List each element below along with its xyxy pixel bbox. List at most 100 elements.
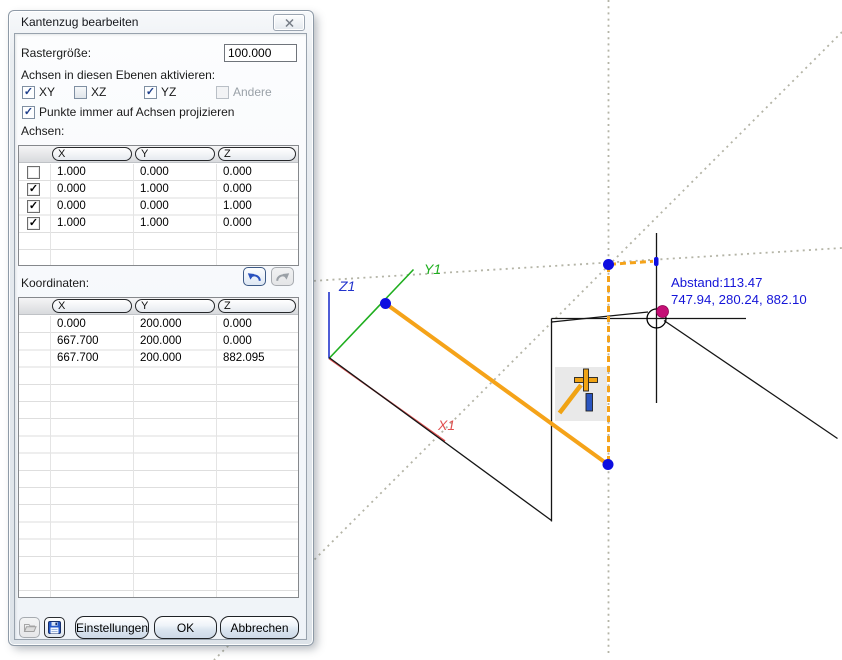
ucs-axes <box>329 270 445 442</box>
close-button[interactable] <box>273 14 305 31</box>
achsen-table: X Y Z 1.000 0.000 0.000 ✓ 0.000 1.000 0.… <box>18 145 299 266</box>
axis-cell-z[interactable]: 0.000 <box>223 181 252 198</box>
koordinaten-row: 667.700 200.000 882.095 <box>19 350 298 367</box>
checkbox-xy[interactable]: ✓ <box>22 86 35 99</box>
axis-cell-x[interactable]: 1.000 <box>57 164 86 181</box>
achsen-col-header-z[interactable]: Z <box>218 147 296 161</box>
checkbox-andere <box>216 86 229 99</box>
project-points-option: ✓ Punkte immer auf Achsen projizieren <box>22 105 234 119</box>
coord-cell-y[interactable]: 200.000 <box>140 350 182 367</box>
achsen-table-header: X Y Z <box>19 146 298 163</box>
undo-button[interactable] <box>243 267 266 286</box>
einstellungen-button[interactable]: Einstellungen <box>75 616 149 639</box>
axis-end-marker <box>654 257 659 266</box>
plane-andere: Andere <box>216 85 272 99</box>
achsen-row: ✓ 1.000 1.000 0.000 <box>19 215 298 232</box>
achsen-row: 1.000 0.000 0.000 <box>19 164 298 181</box>
load-button <box>19 617 40 638</box>
checkbox-xz-label: XZ <box>91 85 106 99</box>
checkbox-yz[interactable]: ✓ <box>144 86 157 99</box>
abbrechen-button[interactable]: Abbrechen <box>220 616 299 639</box>
koord-col-header-z[interactable]: Z <box>218 299 296 313</box>
axis-cell-y[interactable]: 1.000 <box>140 215 169 232</box>
koordinaten-table-header: X Y Z <box>19 298 298 315</box>
open-folder-icon <box>23 621 37 634</box>
achsen-col-header-y[interactable]: Y <box>135 147 215 161</box>
dialog-client: Rastergröße: Achsen in diesen Ebenen akt… <box>14 33 307 640</box>
axis-enable-checkbox[interactable]: ✓ <box>27 200 40 213</box>
raster-label: Rastergröße: <box>21 46 91 60</box>
checkbox-project-label: Punkte immer auf Achsen projizieren <box>39 105 234 119</box>
coord-cell-x[interactable]: 667.700 <box>57 333 99 350</box>
undo-icon <box>247 270 262 283</box>
tool-icon-plus-v <box>584 369 589 391</box>
distance-readout: Abstand:113.47 <box>671 275 762 290</box>
tool-cursor-icon <box>555 367 607 421</box>
achsen-col-header-x[interactable]: X <box>52 147 132 161</box>
axis-cell-z[interactable]: 0.000 <box>223 164 252 181</box>
koordinaten-label: Koordinaten: <box>21 276 89 290</box>
planes-label: Achsen in diesen Ebenen aktivieren: <box>21 68 215 82</box>
redo-icon <box>275 270 290 283</box>
segment-dashed-horizontal <box>610 261 653 264</box>
edge-sloped <box>552 312 649 322</box>
vertex-point-2 <box>603 259 614 270</box>
koord-col-header-y[interactable]: Y <box>135 299 215 313</box>
plane-xy: ✓ XY <box>22 85 55 99</box>
tool-icon-blue-bar <box>586 394 593 412</box>
dialog-title: Kantenzug bearbeiten <box>21 15 138 29</box>
koordinaten-row: 667.700 200.000 0.000 <box>19 333 298 350</box>
achsen-row: ✓ 0.000 1.000 0.000 <box>19 181 298 198</box>
coord-cell-z[interactable]: 0.000 <box>223 316 252 333</box>
axis-y1-label: Y1 <box>424 261 441 277</box>
axis-cell-z[interactable]: 0.000 <box>223 215 252 232</box>
plane-yz: ✓ YZ <box>144 85 176 99</box>
titlebar[interactable]: Kantenzug bearbeiten <box>9 11 313 33</box>
koord-col-header-x[interactable]: X <box>52 299 132 313</box>
axis-cell-y[interactable]: 0.000 <box>140 164 169 181</box>
checkbox-andere-label: Andere <box>233 85 272 99</box>
vertex-point-3 <box>603 459 614 470</box>
vertex-point-1 <box>380 298 391 309</box>
achsen-label: Achsen: <box>21 124 64 138</box>
coords-readout: 747.94, 280.24, 882.10 <box>671 292 807 307</box>
kantenzug-dialog: Kantenzug bearbeiten Rastergröße: Achsen… <box>8 10 314 646</box>
axis-cell-z[interactable]: 1.000 <box>223 198 252 215</box>
axis-z1-label: Z1 <box>338 278 355 294</box>
ok-button[interactable]: OK <box>154 616 217 639</box>
edge-bottom-left <box>329 358 552 521</box>
axis-cell-x[interactable]: 1.000 <box>57 215 86 232</box>
axis-enable-checkbox[interactable]: ✓ <box>27 217 40 230</box>
save-floppy-icon <box>48 621 61 634</box>
axis-cell-y[interactable]: 1.000 <box>140 181 169 198</box>
tool-icon-background <box>555 367 607 421</box>
axis-cell-x[interactable]: 0.000 <box>57 181 86 198</box>
save-button[interactable] <box>44 617 65 638</box>
axis-cell-y[interactable]: 0.000 <box>140 198 169 215</box>
polyline-segments <box>386 261 654 464</box>
axis-enable-checkbox[interactable] <box>27 166 40 179</box>
plane-xz: XZ <box>74 85 106 99</box>
coord-cell-y[interactable]: 200.000 <box>140 316 182 333</box>
redo-button <box>271 267 294 286</box>
checkbox-project[interactable]: ✓ <box>22 106 35 119</box>
koordinaten-table: X Y Z 0.000 200.000 0.000 667.700 200.00… <box>18 297 299 598</box>
snap-point-magenta[interactable] <box>657 306 669 318</box>
polyline-points[interactable] <box>380 257 659 470</box>
coord-cell-y[interactable]: 200.000 <box>140 333 182 350</box>
coord-cell-x[interactable]: 667.700 <box>57 350 99 367</box>
achsen-row: ✓ 0.000 0.000 1.000 <box>19 198 298 215</box>
koordinaten-row: 0.000 200.000 0.000 <box>19 316 298 333</box>
raster-input[interactable] <box>224 44 297 62</box>
axis-x1-label: X1 <box>437 417 455 433</box>
coord-cell-z[interactable]: 0.000 <box>223 333 252 350</box>
checkbox-xz[interactable] <box>74 86 87 99</box>
checkbox-yz-label: YZ <box>161 85 176 99</box>
edge-diagonal-right <box>664 321 838 439</box>
coord-cell-z[interactable]: 882.095 <box>223 350 265 367</box>
checkbox-xy-label: XY <box>39 85 55 99</box>
coord-cell-x[interactable]: 0.000 <box>57 316 86 333</box>
axis-enable-checkbox[interactable]: ✓ <box>27 183 40 196</box>
axis-cell-x[interactable]: 0.000 <box>57 198 86 215</box>
close-icon <box>285 19 294 27</box>
